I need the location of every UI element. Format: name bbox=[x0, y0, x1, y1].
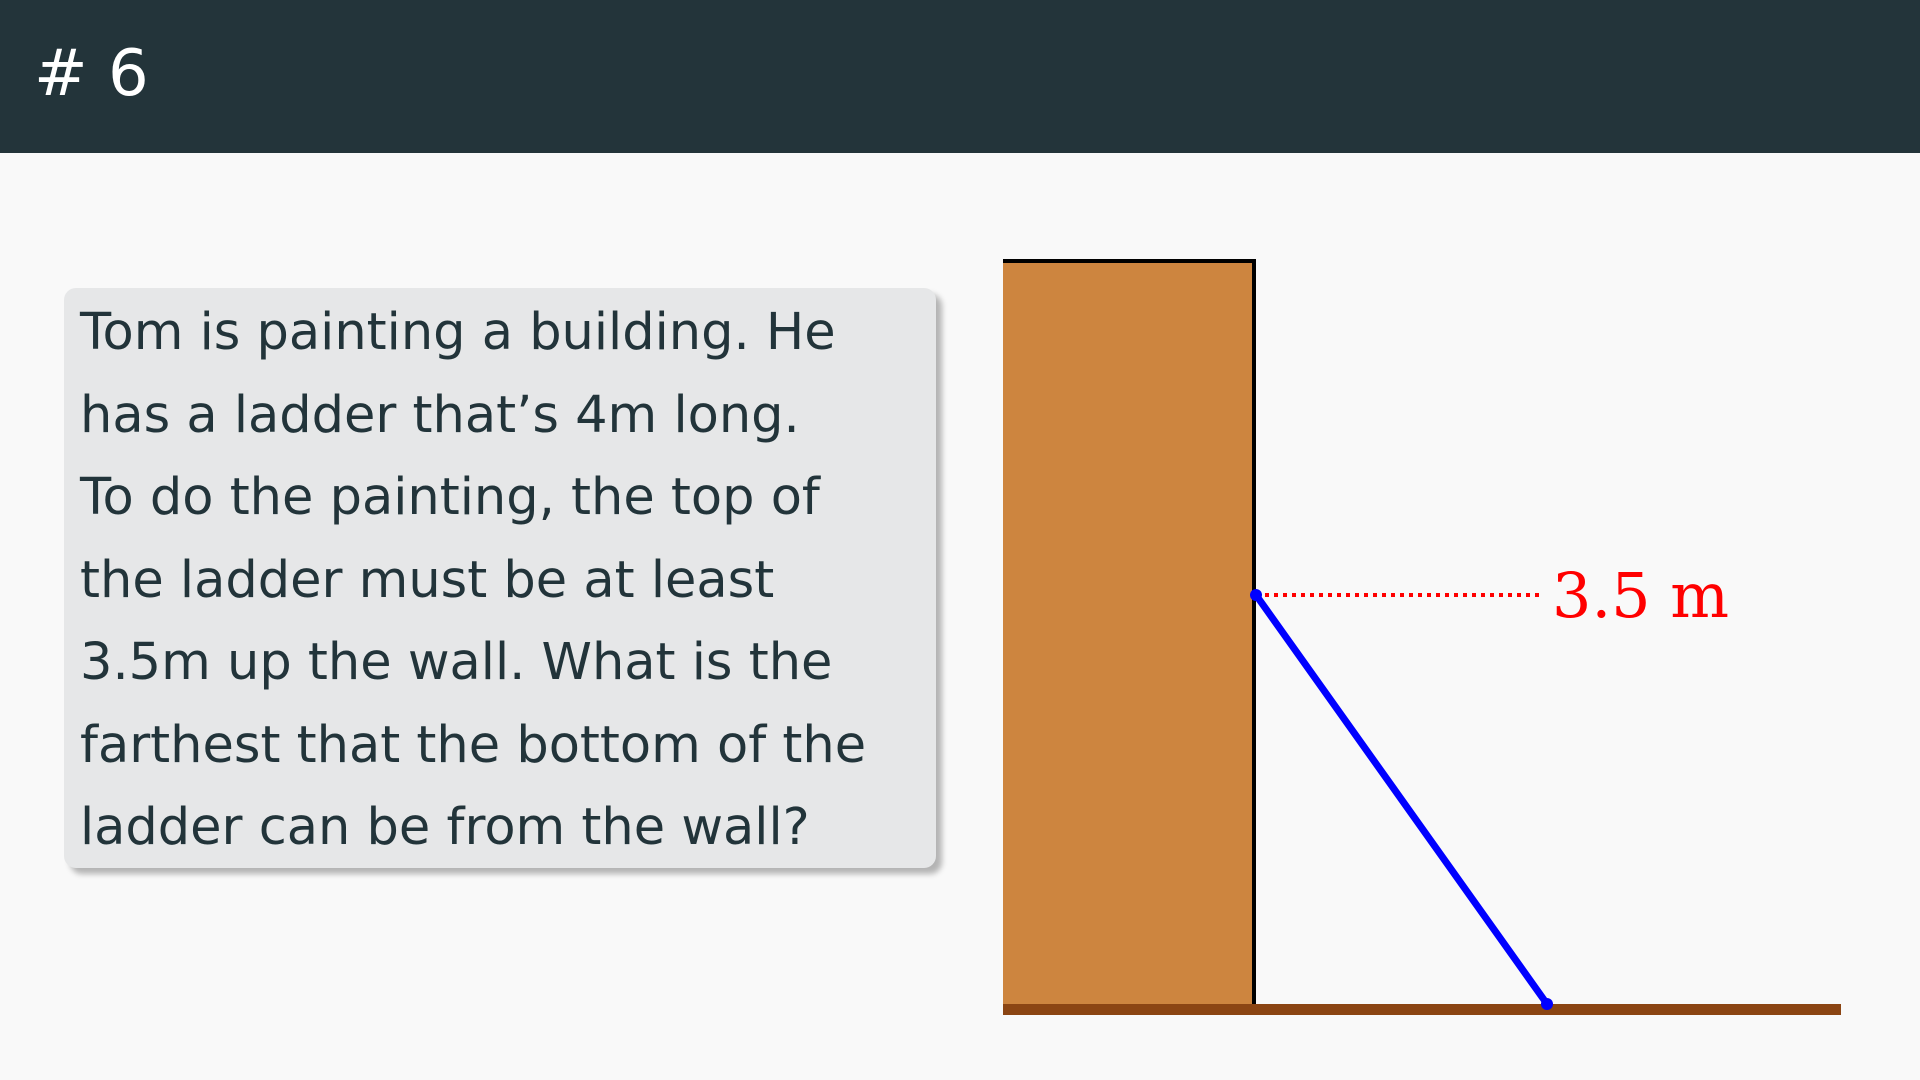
ground bbox=[1003, 1004, 1841, 1015]
ladder-bottom-point bbox=[1541, 998, 1553, 1010]
height-label: 3.5 m bbox=[1552, 559, 1729, 632]
ladder-diagram: 3.5 m bbox=[1003, 259, 1841, 1015]
ladder bbox=[1252, 591, 1551, 1008]
wall bbox=[1003, 261, 1255, 1009]
ladder-top-point bbox=[1250, 589, 1262, 601]
